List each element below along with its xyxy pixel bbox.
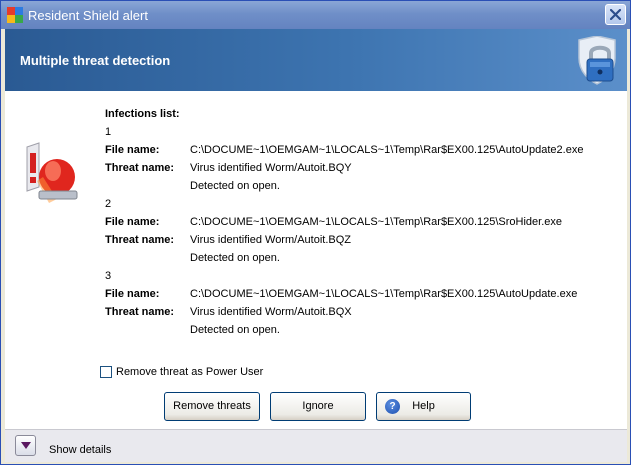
infections-heading: Infections list:	[105, 108, 180, 120]
infection-threat-2: Threat name: Virus identified Worm/Autoi…	[105, 234, 351, 246]
infection-index: 2	[105, 198, 112, 210]
window-title: Resident Shield alert	[28, 8, 148, 23]
threat-name-label: Threat name:	[105, 234, 175, 246]
alert-header: Multiple threat detection	[5, 29, 627, 91]
file-name-value: C:\DOCUME~1\OEMGAM~1\LOCALS~1\Temp\Rar$E…	[190, 288, 578, 300]
infection-item-1: File name: C:\DOCUME~1\OEMGAM~1\LOCALS~1…	[105, 144, 583, 156]
power-user-checkbox[interactable]	[100, 366, 112, 378]
infection-threat-3: Threat name: Virus identified Worm/Autoi…	[105, 306, 352, 318]
infection-threat-1: Threat name: Virus identified Worm/Autoi…	[105, 162, 352, 174]
detected-status: Detected on open.	[190, 252, 280, 264]
help-label: Help	[412, 400, 435, 412]
close-button[interactable]	[605, 4, 626, 25]
ignore-button[interactable]: Ignore	[270, 392, 366, 421]
threat-name-value: Virus identified Worm/Autoit.BQY	[190, 162, 352, 174]
show-details-label[interactable]: Show details	[49, 444, 111, 456]
file-name-value: C:\DOCUME~1\OEMGAM~1\LOCALS~1\Temp\Rar$E…	[190, 216, 563, 228]
file-name-label: File name:	[105, 144, 160, 156]
show-details-toggle[interactable]	[15, 435, 36, 456]
header-title: Multiple threat detection	[20, 53, 171, 68]
threat-name-value: Virus identified Worm/Autoit.BQX	[190, 306, 352, 318]
title-bar[interactable]: Resident Shield alert	[1, 1, 630, 29]
power-user-label[interactable]: Remove threat as Power User	[116, 366, 263, 378]
detected-status: Detected on open.	[190, 180, 280, 192]
file-name-value: C:\DOCUME~1\OEMGAM~1\LOCALS~1\Temp\Rar$E…	[190, 144, 584, 156]
file-name-label: File name:	[105, 216, 160, 228]
infection-item-3: File name: C:\DOCUME~1\OEMGAM~1\LOCALS~1…	[105, 288, 577, 300]
close-icon	[610, 9, 621, 20]
alert-window: Resident Shield alert Multiple threat de…	[0, 0, 631, 465]
avg-app-icon	[7, 7, 23, 23]
alarm-siren-icon	[26, 142, 78, 203]
infection-index: 3	[105, 270, 112, 282]
threat-name-label: Threat name:	[105, 306, 175, 318]
infection-item-2: File name: C:\DOCUME~1\OEMGAM~1\LOCALS~1…	[105, 216, 562, 228]
help-icon: ?	[385, 399, 400, 414]
alert-content: Infections list: 1 File name: C:\DOCUME~…	[5, 91, 627, 429]
help-button[interactable]: ? Help	[376, 392, 471, 421]
threat-name-label: Threat name:	[105, 162, 175, 174]
shield-lock-icon	[578, 36, 616, 85]
remove-threats-button[interactable]: Remove threats	[164, 392, 260, 421]
infection-index: 1	[105, 126, 112, 138]
threat-name-value: Virus identified Worm/Autoit.BQZ	[190, 234, 351, 246]
file-name-label: File name:	[105, 288, 160, 300]
chevron-down-icon	[21, 442, 31, 449]
detected-status: Detected on open.	[190, 324, 280, 336]
details-footer: Show details	[5, 429, 627, 462]
